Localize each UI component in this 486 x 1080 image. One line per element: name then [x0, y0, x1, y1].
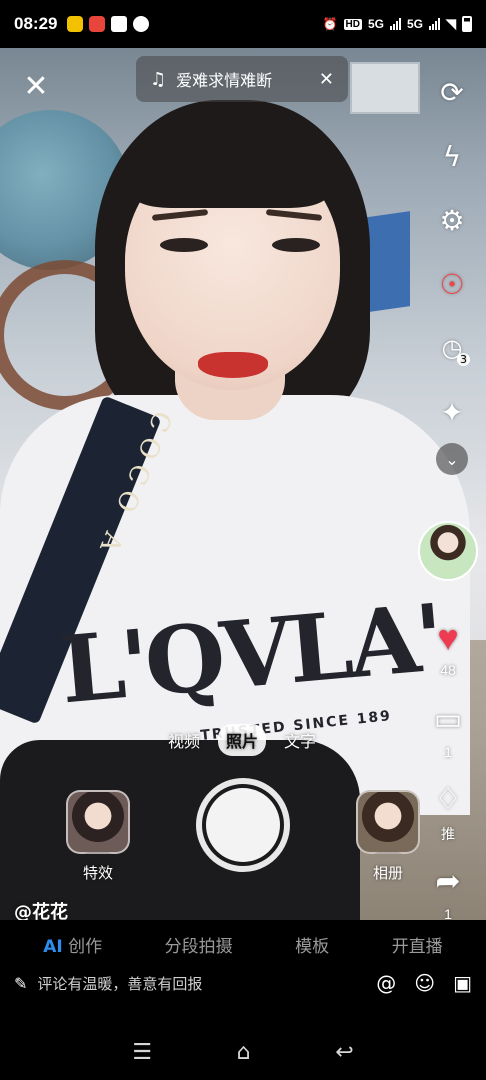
- settings-button[interactable]: ⚙: [434, 188, 470, 252]
- chevron-down-icon: ⌄: [445, 449, 459, 469]
- home-icon[interactable]: ⌂: [237, 1040, 251, 1065]
- back-icon[interactable]: ↩: [335, 1040, 353, 1065]
- tab-photo[interactable]: 照片: [218, 724, 267, 756]
- app-notification-icon: [89, 16, 106, 32]
- comment-bar[interactable]: ✎ 评论有温暖，善意有回报 @ ☺ ▣: [0, 968, 486, 998]
- battery-icon: [462, 16, 472, 32]
- expand-tools-button[interactable]: ⌄: [436, 443, 468, 475]
- beauty-icon: ☉: [439, 267, 465, 301]
- tab-ai-create-label: 创作: [68, 936, 103, 957]
- magic-wand-icon: ✦: [440, 395, 464, 429]
- settings-icon: ⚙: [439, 203, 465, 237]
- status-right: ⏰ HD 5G 5G ◥: [323, 16, 472, 32]
- music-title: 爱难求情难断: [176, 71, 273, 90]
- timer-value: 3: [457, 353, 470, 366]
- menu-icon[interactable]: ☰: [132, 1040, 152, 1065]
- comment-input[interactable]: 评论有温暖，善意有回报: [37, 973, 202, 994]
- magic-effect-button[interactable]: ✦: [434, 380, 470, 444]
- app-notification-icon: [133, 16, 150, 32]
- handbag: [0, 740, 360, 920]
- tab-segment-record[interactable]: 分段拍摄: [165, 932, 233, 957]
- flash-button[interactable]: ϟ: [434, 124, 470, 188]
- left-eye: [160, 238, 208, 252]
- flip-camera-button[interactable]: ⟳: [434, 60, 470, 124]
- comment-tools: @ ☺ ▣: [376, 971, 472, 995]
- heart-icon: ♥: [437, 617, 459, 658]
- emoji-icon[interactable]: ☺: [414, 971, 435, 995]
- music-note-icon: ♫: [150, 68, 167, 90]
- tab-text[interactable]: 文字: [276, 724, 324, 756]
- edit-icon: ✎: [14, 973, 28, 993]
- like-count: 48: [440, 662, 456, 678]
- person-bangs: [130, 128, 330, 208]
- bottom-tabs: AI 创作 分段拍摄 模板 开直播: [0, 920, 486, 968]
- system-nav-bar: ☰ ⌂ ↩: [0, 1024, 486, 1080]
- flash-off-icon: ϟ: [442, 139, 462, 173]
- signal-icon: [429, 18, 440, 30]
- alarm-icon: ⏰: [322, 17, 338, 31]
- shutter-inner: [206, 788, 280, 862]
- beauty-button[interactable]: ☉: [434, 252, 470, 316]
- tab-ai-create[interactable]: AI 创作: [43, 932, 102, 957]
- status-time: 08:29: [14, 14, 58, 33]
- comment-button[interactable]: ▭ 1: [422, 700, 474, 760]
- tab-template[interactable]: 模板: [295, 932, 329, 957]
- timer-button[interactable]: ◷ 3: [434, 316, 470, 380]
- comment-count: 1: [444, 744, 452, 760]
- comment-icon: ▭: [433, 703, 463, 736]
- background-vent: [350, 62, 420, 114]
- network-5g: 5G: [367, 17, 384, 31]
- remove-music-icon[interactable]: ✕: [319, 69, 334, 90]
- recommend-button[interactable]: ♢ 推: [422, 780, 474, 844]
- app-notification-icon: [67, 16, 84, 32]
- recommend-label: 推: [441, 826, 455, 842]
- share-button[interactable]: ➦ 1: [422, 862, 474, 922]
- camera-toolbar: ⟳ ϟ ⚙ ☉ ◷ 3 ✦: [434, 60, 470, 444]
- album-button[interactable]: [356, 790, 420, 854]
- close-icon: ✕: [23, 68, 49, 104]
- refresh-icon: ⟳: [440, 75, 464, 109]
- like-button[interactable]: ♥ 48: [422, 617, 474, 679]
- mention-icon[interactable]: @: [376, 971, 396, 995]
- play-notification-icon: [111, 16, 128, 32]
- effects-button[interactable]: [66, 790, 130, 854]
- shutter-button[interactable]: [196, 778, 290, 872]
- signal-icon: [389, 18, 401, 30]
- wifi-icon: ◥: [446, 16, 456, 31]
- image-icon[interactable]: ▣: [453, 971, 472, 995]
- tab-video[interactable]: 视频: [160, 724, 208, 756]
- capture-mode-tabs: 视频 照片 文字: [160, 724, 324, 756]
- bell-icon: ♢: [434, 783, 462, 816]
- right-eye: [272, 238, 320, 252]
- share-icon: ➦: [435, 865, 461, 898]
- author-avatar[interactable]: [418, 521, 478, 581]
- ai-badge: AI: [43, 936, 63, 957]
- effects-label: 特效: [82, 864, 113, 882]
- album-label: 相册: [372, 864, 403, 882]
- tab-go-live[interactable]: 开直播: [392, 932, 443, 957]
- close-button[interactable]: ✕: [16, 66, 56, 106]
- status-bar: 08:29 ⏰ HD 5G 5G ◥: [0, 0, 486, 48]
- hd-badge: HD: [343, 18, 362, 30]
- music-selector[interactable]: ♫ 爱难求情难断 ✕: [136, 56, 348, 102]
- network-5g: 5G: [406, 17, 423, 31]
- lips: [198, 352, 268, 378]
